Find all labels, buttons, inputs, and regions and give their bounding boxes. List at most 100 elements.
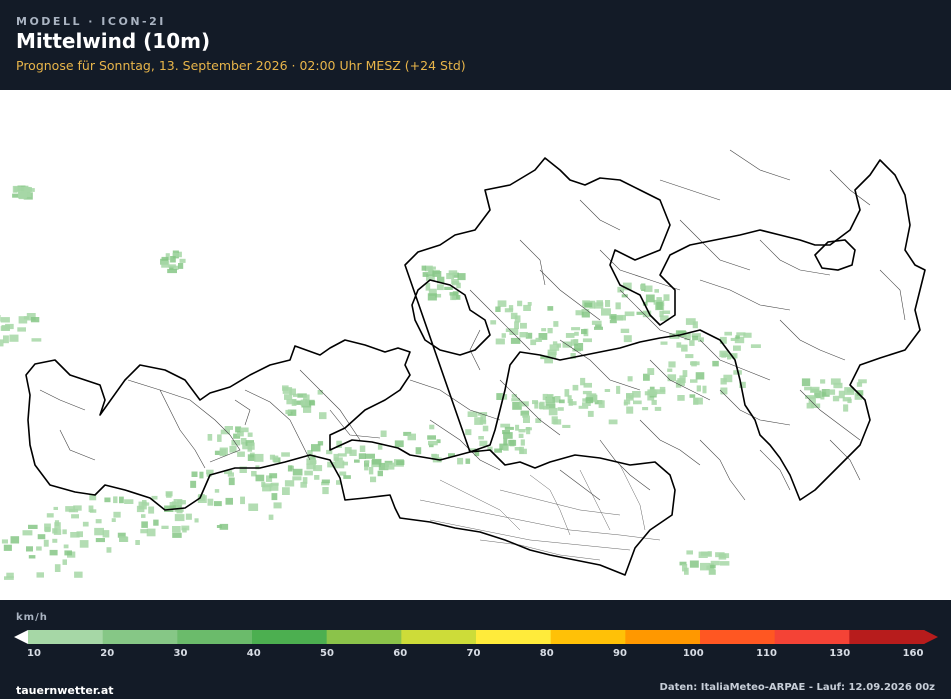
wind-cell bbox=[668, 361, 676, 368]
wind-cell bbox=[535, 337, 542, 342]
wind-cell bbox=[326, 449, 333, 455]
wind-cell bbox=[306, 458, 316, 465]
wind-cell bbox=[219, 449, 227, 457]
wind-cell bbox=[3, 544, 12, 551]
legend-segment bbox=[326, 630, 402, 644]
legend-tick-label: 30 bbox=[173, 648, 188, 659]
wind-cell bbox=[830, 378, 841, 385]
wind-cell bbox=[720, 378, 727, 385]
wind-cell bbox=[574, 331, 579, 336]
wind-cell bbox=[530, 339, 537, 346]
wind-cell bbox=[178, 263, 184, 269]
wind-cell bbox=[377, 470, 383, 477]
wind-cell bbox=[291, 399, 297, 406]
country-border bbox=[25, 157, 926, 576]
wind-cell bbox=[199, 471, 204, 479]
wind-cell bbox=[694, 397, 703, 405]
wind-cell bbox=[623, 335, 632, 343]
wind-cell bbox=[161, 525, 169, 529]
wind-cell bbox=[64, 550, 72, 556]
wind-cell bbox=[1, 539, 8, 544]
wind-cell bbox=[314, 475, 320, 480]
wind-cell bbox=[141, 521, 148, 528]
wind-map bbox=[0, 90, 951, 600]
wind-cell bbox=[225, 497, 233, 505]
legend-tick-label: 50 bbox=[320, 648, 334, 659]
wind-cell bbox=[601, 308, 611, 316]
wind-cell bbox=[284, 480, 295, 487]
wind-cell bbox=[656, 301, 663, 310]
wind-cell bbox=[247, 442, 255, 450]
wind-cell bbox=[261, 481, 266, 488]
wind-cell bbox=[82, 521, 89, 527]
wind-cell bbox=[106, 547, 112, 553]
wind-cell bbox=[523, 415, 530, 423]
wind-cell bbox=[659, 386, 666, 393]
wind-cell bbox=[820, 379, 826, 384]
wind-cell bbox=[832, 395, 840, 402]
wind-cell bbox=[504, 426, 514, 430]
wind-cell bbox=[616, 314, 626, 321]
wind-cell bbox=[53, 506, 58, 510]
wind-cell bbox=[313, 465, 323, 472]
wind-cell bbox=[616, 385, 621, 394]
wind-cell bbox=[214, 501, 222, 507]
wind-cell bbox=[364, 460, 370, 464]
wind-cell bbox=[37, 534, 46, 540]
wind-cell bbox=[17, 327, 26, 332]
wind-cell bbox=[407, 433, 416, 441]
wind-cell bbox=[255, 474, 265, 482]
wind-cell bbox=[321, 479, 330, 484]
wind-cell bbox=[432, 271, 442, 277]
wind-cell bbox=[217, 434, 222, 442]
wind-cell bbox=[292, 476, 302, 481]
wind-cell bbox=[282, 387, 293, 394]
wind-cell bbox=[720, 561, 730, 566]
legend-tick-label: 110 bbox=[756, 648, 777, 659]
wind-cell bbox=[663, 294, 670, 301]
wind-cell bbox=[71, 514, 79, 519]
wind-cell bbox=[685, 318, 696, 325]
wind-cell bbox=[583, 382, 592, 388]
wind-cell bbox=[690, 361, 700, 366]
wind-cell bbox=[185, 513, 192, 520]
wind-cell bbox=[733, 345, 741, 351]
wind-cell bbox=[482, 425, 489, 432]
wind-cell bbox=[136, 505, 145, 513]
wind-cell bbox=[545, 397, 553, 403]
wind-cell bbox=[708, 569, 716, 575]
wind-cell bbox=[79, 540, 89, 548]
wind-cell bbox=[571, 327, 581, 331]
legend-tick-label: 10 bbox=[27, 648, 41, 659]
wind-cell bbox=[450, 294, 457, 301]
wind-cell bbox=[190, 480, 197, 488]
legend-left-arrow bbox=[14, 630, 28, 644]
wind-cell bbox=[465, 429, 472, 436]
wind-cell bbox=[615, 302, 621, 310]
wind-cell bbox=[22, 530, 33, 536]
wind-cell bbox=[344, 447, 352, 454]
wind-cell bbox=[721, 352, 727, 358]
wind-cell bbox=[573, 339, 579, 344]
wind-cell bbox=[594, 302, 604, 309]
wind-cell bbox=[240, 496, 245, 505]
wind-cell bbox=[457, 457, 464, 465]
wind-cell bbox=[124, 499, 134, 504]
wind-cell bbox=[104, 497, 111, 503]
wind-cell bbox=[179, 258, 186, 263]
wind-cell bbox=[478, 436, 484, 440]
wind-cell bbox=[700, 551, 711, 556]
wind-cell bbox=[44, 523, 51, 532]
wind-cell bbox=[724, 331, 732, 336]
wind-cell bbox=[30, 317, 40, 323]
wind-cell bbox=[161, 260, 170, 268]
wind-cell bbox=[300, 399, 309, 406]
wind-cell bbox=[54, 522, 61, 530]
wind-cell bbox=[436, 284, 444, 291]
wind-cell bbox=[385, 462, 395, 470]
wind-cell bbox=[736, 332, 746, 336]
legend-segment bbox=[28, 630, 104, 644]
wind-cell bbox=[365, 453, 375, 459]
wind-cell bbox=[490, 320, 497, 325]
wind-cell bbox=[368, 467, 374, 475]
